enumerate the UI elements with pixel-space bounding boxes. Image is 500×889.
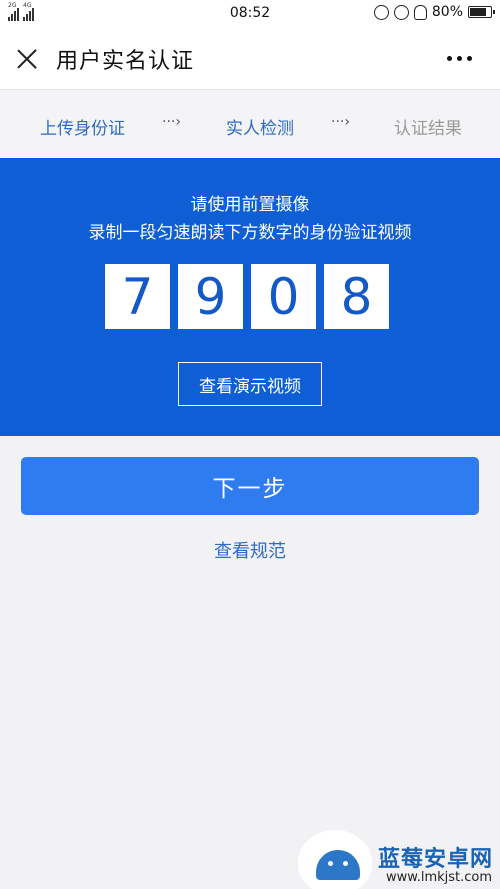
watermark-title: 蓝莓安卓网 — [378, 847, 494, 872]
screen: 2G 4G 08:52 80% 用户实名认证 上传身份证 ···› 实人检测 ·… — [0, 0, 500, 889]
next-step-button[interactable]: 下一步 — [21, 457, 479, 515]
digit-box: 8 — [324, 264, 389, 329]
status-bar: 2G 4G 08:52 80% — [0, 0, 500, 28]
battery-icon — [468, 6, 495, 18]
more-icon[interactable] — [447, 56, 472, 61]
watermark-url: www.lmkjst.com — [386, 870, 493, 885]
alarm-icon — [413, 4, 427, 20]
status-icons: 80% — [373, 4, 495, 20]
instruction-panel: 请使用前置摄像 录制一段匀速朗读下方数字的身份验证视频 7 9 0 8 查看演示… — [0, 158, 500, 436]
watermark-logo: 蓝莓安卓网 www.lmkjst.com — [298, 810, 498, 889]
step-upload-id: 上传身份证 — [40, 119, 125, 139]
step-arrow-icon: ···› — [162, 114, 181, 130]
battery-percent: 80% — [431, 4, 463, 20]
page-title: 用户实名认证 — [56, 49, 195, 74]
verification-digits: 7 9 0 8 — [105, 264, 389, 329]
step-liveness-check: 实人检测 — [226, 119, 294, 139]
view-spec-link[interactable]: 查看规范 — [0, 537, 500, 563]
view-demo-video-button[interactable]: 查看演示视频 — [178, 362, 322, 406]
step-result: 认证结果 — [394, 119, 462, 139]
instruction-line-1: 请使用前置摄像 — [190, 195, 310, 215]
step-indicator: 上传身份证 ···› 实人检测 ···› 认证结果 — [0, 90, 500, 158]
close-icon[interactable] — [16, 48, 38, 70]
nav-bar: 用户实名认证 — [0, 28, 500, 90]
vibrate-icon — [373, 4, 389, 20]
digit-box: 9 — [178, 264, 243, 329]
instruction-line-2: 录制一段匀速朗读下方数字的身份验证视频 — [88, 223, 412, 243]
step-arrow-icon: ···› — [331, 114, 350, 130]
digit-box: 7 — [105, 264, 170, 329]
rotation-lock-icon — [393, 4, 409, 20]
digit-box: 0 — [251, 264, 316, 329]
